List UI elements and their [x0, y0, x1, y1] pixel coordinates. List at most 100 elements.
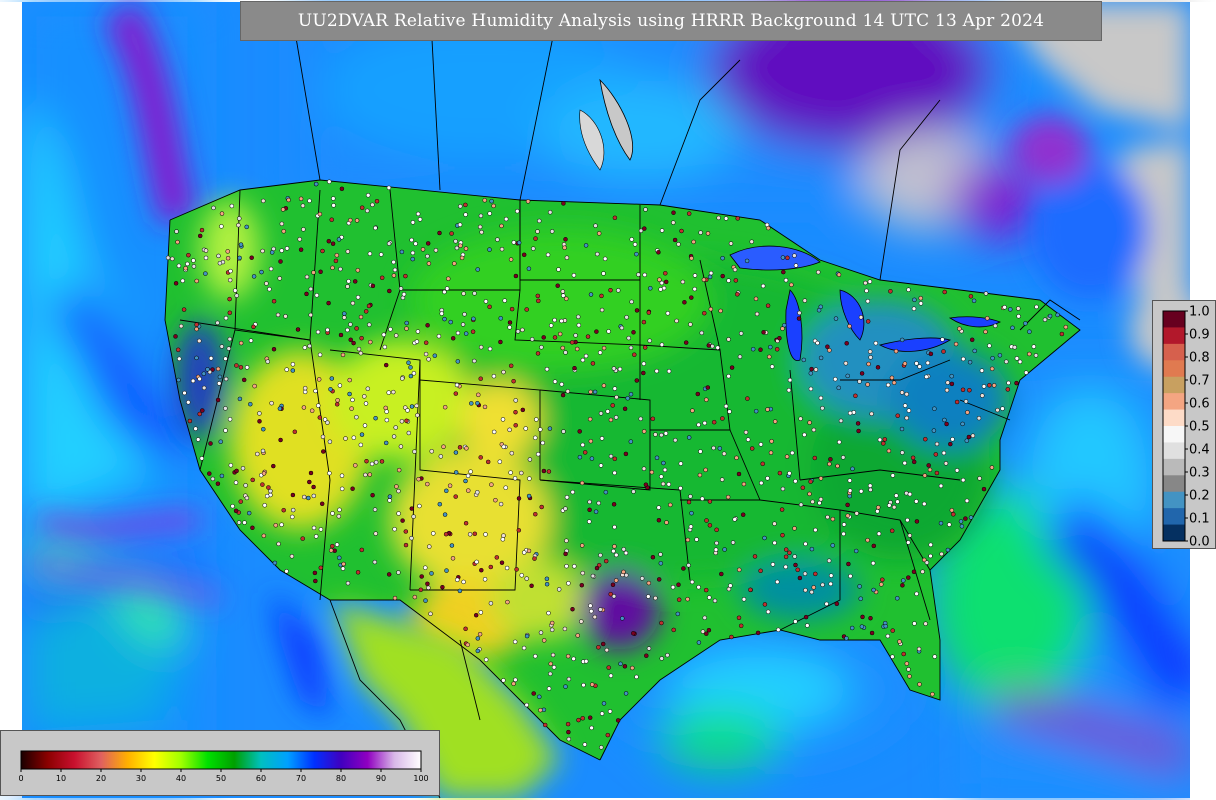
observation-dot: [429, 449, 434, 454]
observation-dot: [373, 225, 378, 231]
observation-dot: [417, 503, 422, 509]
observation-dot: [703, 587, 709, 593]
observation-dot: [916, 646, 922, 652]
observation-dot: [498, 316, 503, 321]
observation-dot: [350, 486, 355, 491]
observation-dot: [326, 238, 332, 244]
observation-dot: [226, 346, 232, 351]
observation-dot: [673, 437, 678, 443]
observation-dot: [318, 565, 324, 571]
observation-dot: [306, 495, 311, 501]
observation-dot: [404, 418, 409, 424]
observation-dot: [720, 255, 725, 261]
observation-dot: [953, 341, 959, 347]
observation-dot: [830, 516, 836, 522]
observation-dot: [750, 346, 756, 352]
observation-dot: [875, 365, 881, 370]
observation-dot: [384, 409, 389, 414]
observation-dot: [860, 614, 865, 620]
observation-dot: [932, 406, 937, 411]
observation-dot: [707, 595, 712, 600]
observation-dot: [595, 251, 600, 257]
observation-dot: [870, 560, 876, 566]
observation-dot: [408, 373, 414, 379]
observation-dot: [396, 570, 401, 575]
observation-dot: [626, 335, 631, 341]
observation-dot: [257, 411, 262, 416]
observation-dot: [858, 596, 863, 601]
observation-dot: [566, 729, 571, 735]
observation-dot: [327, 179, 332, 184]
observation-colorbar: 1.0 0.9 0.8 0.7 0.6 0.5 0.4 0.3 0.2 0.1 0.0: [1152, 300, 1216, 550]
obs-colorbar-swatch: [1163, 311, 1185, 328]
observation-dot: [354, 326, 359, 331]
observation-dot: [404, 320, 409, 326]
observation-dot: [801, 357, 807, 363]
observation-dot: [787, 550, 792, 556]
observation-dot: [612, 470, 617, 476]
observation-dot: [963, 516, 968, 521]
observation-dot: [331, 203, 336, 208]
observation-dot: [426, 585, 431, 591]
observation-dot: [498, 501, 504, 507]
observation-dot: [1023, 321, 1028, 326]
observation-dot: [215, 481, 221, 486]
observation-dot: [686, 211, 692, 216]
observation-dot: [803, 587, 808, 593]
observation-dot: [659, 342, 665, 347]
observation-dot: [208, 441, 213, 446]
observation-dot: [513, 423, 518, 428]
observation-dot: [491, 429, 497, 435]
observation-dot: [844, 636, 849, 641]
observation-dot: [329, 376, 335, 381]
observation-dot: [942, 289, 947, 295]
obs-colorbar-swatch: [1163, 393, 1185, 411]
observation-dot: [689, 256, 694, 261]
observation-dot: [810, 499, 815, 505]
observation-dot: [786, 387, 792, 393]
observation-dot: [894, 493, 899, 498]
observation-dot: [236, 520, 242, 525]
observation-dot: [895, 596, 900, 601]
observation-dot: [660, 481, 666, 487]
observation-dot: [465, 642, 470, 648]
observation-dot: [972, 348, 977, 354]
observation-dot: [1047, 313, 1053, 319]
observation-dot: [477, 224, 483, 230]
observation-dot: [453, 470, 459, 475]
observation-dot: [436, 333, 442, 339]
observation-dot: [403, 273, 408, 279]
observation-dot: [479, 229, 484, 235]
observation-dot: [425, 241, 431, 246]
observation-dot: [479, 567, 484, 573]
observation-dot: [688, 494, 693, 499]
observation-dot: [564, 255, 570, 260]
observation-dot: [475, 636, 481, 641]
rh-colorbar-tick-label: 70: [296, 774, 306, 783]
observation-dot: [597, 350, 603, 355]
observation-dot: [516, 496, 522, 501]
observation-dot: [359, 335, 364, 341]
observation-dot: [425, 481, 430, 487]
observation-dot: [507, 427, 512, 433]
observation-dot: [175, 347, 181, 353]
observation-dot: [442, 289, 447, 295]
observation-dot: [265, 359, 270, 364]
observation-dot: [769, 364, 775, 369]
observation-dot: [561, 201, 566, 206]
observation-dot: [798, 416, 803, 421]
observation-dot: [419, 574, 424, 579]
observation-dot: [284, 569, 289, 574]
observation-dot: [825, 344, 830, 349]
observation-dot: [409, 535, 414, 541]
observation-dot: [879, 582, 884, 587]
observation-dot: [663, 271, 668, 276]
observation-dot: [227, 417, 233, 422]
observation-dot: [858, 489, 864, 494]
observation-dot: [511, 240, 517, 245]
observation-dot: [753, 296, 759, 302]
observation-dot: [785, 255, 790, 261]
observation-dot: [526, 266, 532, 271]
observation-dot: [358, 442, 364, 448]
observation-dot: [307, 198, 312, 204]
